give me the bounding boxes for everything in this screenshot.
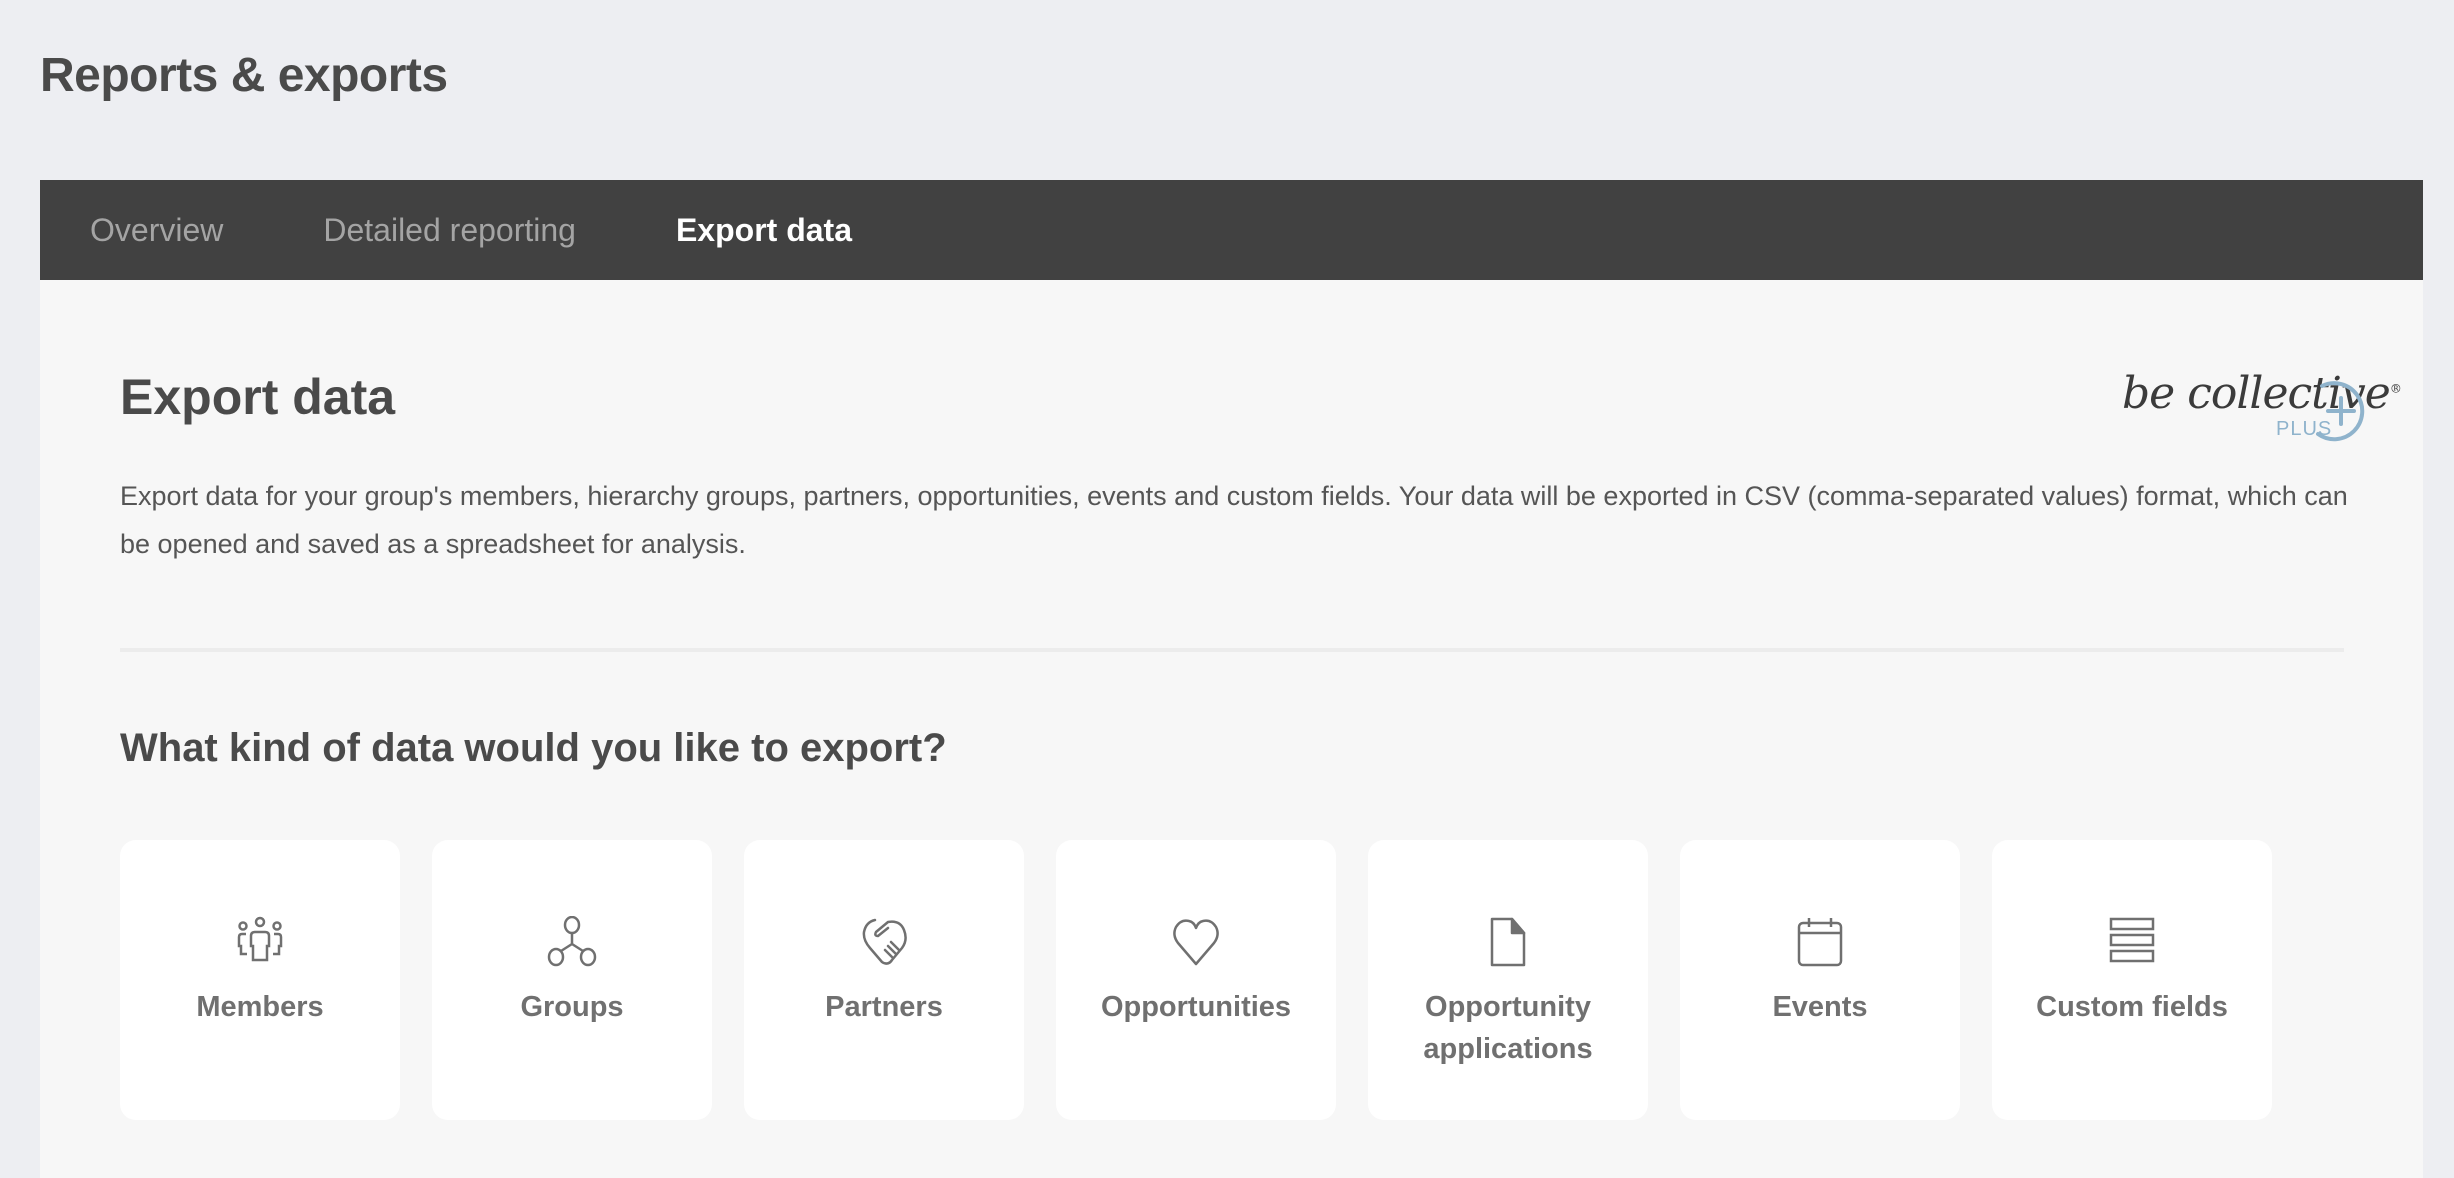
divider	[120, 648, 2344, 652]
export-option-label: Members	[196, 991, 324, 1023]
handshake-icon	[856, 914, 912, 970]
calendar-icon	[1792, 914, 1848, 970]
export-options: Members Groups Partners Opportunities Op…	[120, 840, 2272, 1120]
tab-bar: Overview Detailed reporting Export data	[40, 180, 2423, 280]
section-title: Export data	[120, 369, 396, 425]
export-option-opportunities[interactable]: Opportunities	[1056, 840, 1336, 1120]
export-option-groups[interactable]: Groups	[432, 840, 712, 1120]
export-panel: Export data be collective® PLUS Export d…	[40, 280, 2423, 1178]
export-option-label: Groups	[520, 991, 624, 1023]
export-option-partners[interactable]: Partners	[744, 840, 1024, 1120]
export-option-label: Opportunities	[1100, 991, 1292, 1023]
export-option-label: Partners	[825, 991, 943, 1023]
export-option-label: Events	[1772, 991, 1868, 1023]
be-collective-plus-logo: be collective® PLUS	[2080, 360, 2402, 450]
export-option-custom-fields[interactable]: Custom fields	[1992, 840, 2272, 1120]
export-description: Export data for your group's members, hi…	[120, 481, 2348, 559]
tab-overview[interactable]: Overview	[90, 212, 223, 249]
export-option-members[interactable]: Members	[120, 840, 400, 1120]
logo-registered-mark: ®	[2389, 381, 2402, 396]
export-option-label: Opportunity applications	[1423, 991, 1593, 1065]
logo-plus-circle-icon	[2316, 381, 2365, 442]
export-option-opportunity-applications[interactable]: Opportunity applications	[1368, 840, 1648, 1120]
tab-export-data[interactable]: Export data	[676, 212, 852, 249]
heart-icon	[1168, 914, 1224, 970]
members-icon	[232, 914, 288, 970]
page-title: Reports & exports	[40, 49, 448, 102]
custom-fields-icon	[2104, 914, 2160, 970]
groups-icon	[544, 914, 600, 970]
tab-detailed-reporting[interactable]: Detailed reporting	[323, 212, 576, 249]
export-option-events[interactable]: Events	[1680, 840, 1960, 1120]
export-option-label: Custom fields	[2036, 991, 2228, 1023]
export-question: What kind of data would you like to expo…	[120, 726, 947, 770]
document-icon	[1480, 914, 1536, 970]
